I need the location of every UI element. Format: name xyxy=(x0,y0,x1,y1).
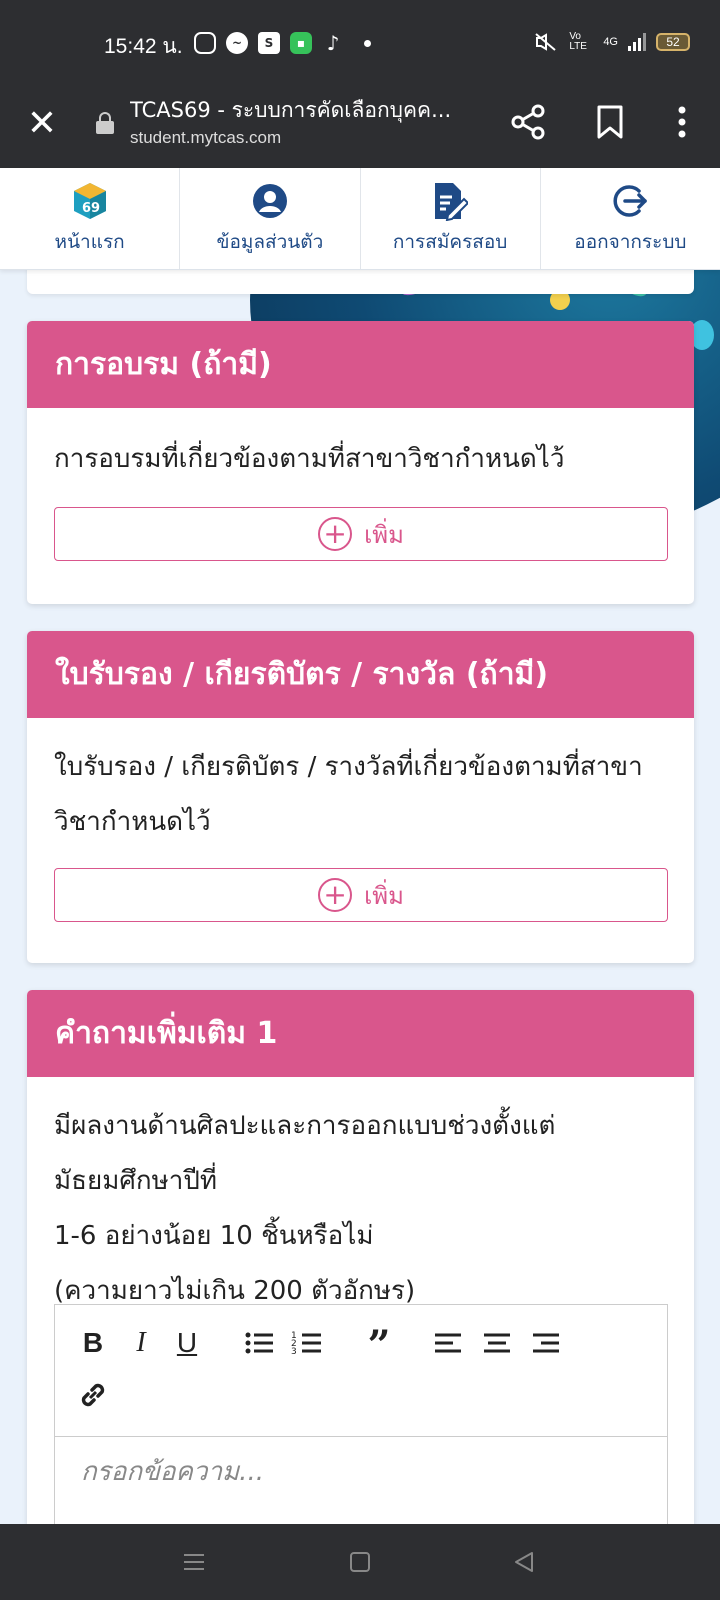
answer-input[interactable] xyxy=(81,1457,641,1487)
more-options-icon[interactable] xyxy=(662,102,702,142)
line-icon: ▪ xyxy=(290,32,312,54)
document-edit-icon xyxy=(432,181,469,221)
recent-apps-icon[interactable] xyxy=(178,1546,210,1578)
share-icon[interactable] xyxy=(508,102,548,142)
status-bar: 15:42 น. ~ S ▪ ♪ Vo LTE 4G 52 xyxy=(0,0,720,86)
question-text-line1: มีผลงานด้านศิลปะและการออกแบบช่วงตั้งแต่ม… xyxy=(54,1111,556,1196)
tcas-69-logo-icon: 69 xyxy=(72,181,108,221)
more-notifications-dot-icon xyxy=(364,39,371,47)
messenger-icon: ~ xyxy=(226,32,248,54)
italic-icon[interactable]: I xyxy=(123,1325,159,1361)
certificates-card: ใบรับรอง / เกียรติบัตร / รางวัล (ถ้ามี) … xyxy=(27,631,694,963)
quote-icon[interactable]: ” xyxy=(361,1322,397,1369)
signal-icon xyxy=(628,33,646,51)
training-description: การอบรมที่เกี่ยวข้องตามที่สาขาวิชากำหนดไ… xyxy=(54,444,565,474)
bullet-list-icon[interactable] xyxy=(241,1325,277,1361)
training-card-title: การอบรม (ถ้ามี) xyxy=(27,321,694,408)
certificates-description-line1: ใบรับรอง / เกียรติบัตร / รางวัลที่เกี่ยว… xyxy=(54,752,643,782)
certificates-card-body: ใบรับรอง / เกียรติบัตร / รางวัลที่เกี่ยว… xyxy=(27,718,694,950)
plus-circle-icon: + xyxy=(318,878,353,912)
nav-application[interactable]: การสมัครสอบ xyxy=(361,168,541,269)
home-icon[interactable] xyxy=(344,1546,376,1578)
align-center-icon[interactable] xyxy=(479,1325,515,1361)
lock-icon[interactable] xyxy=(96,112,114,134)
nav-application-label: การสมัครสอบ xyxy=(392,230,508,253)
status-time: 15:42 น. xyxy=(104,35,183,58)
certificates-description-line2: วิชากำหนดไว้ xyxy=(54,807,211,837)
close-tab-button[interactable]: ✕ xyxy=(22,104,62,144)
question-card-title: คำถามเพิ่มเติม 1 xyxy=(27,990,694,1077)
mute-icon xyxy=(535,33,556,51)
editor-toolbar: B I U 1 2 3 ” xyxy=(55,1305,667,1437)
add-training-button[interactable]: + เพิ่ม xyxy=(54,507,668,561)
svg-text:69: 69 xyxy=(82,201,100,216)
logout-icon xyxy=(611,181,649,221)
add-certificate-label: เพิ่ม xyxy=(364,881,404,910)
app-nav: 69 หน้าแรก ข้อมูลส่วนตัว การสมัครสอบ ออก… xyxy=(0,168,720,270)
shopee-icon: S xyxy=(258,32,280,54)
nav-profile-label: ข้อมูลส่วนตัว xyxy=(216,230,324,253)
plus-circle-icon: + xyxy=(318,517,353,551)
tiktok-icon: ♪ xyxy=(326,31,340,55)
bold-icon[interactable]: B xyxy=(75,1325,111,1361)
browser-toolbar: ✕ TCAS69 - ระบบการคัดเลือกบุคค... studen… xyxy=(0,86,720,168)
nav-logout-label: ออกจากระบบ xyxy=(574,230,687,253)
network-type: 4G xyxy=(603,36,618,48)
question-text-line2: 1-6 อย่างน้อย 10 ชิ้นหรือไม่ xyxy=(54,1221,374,1251)
link-icon[interactable] xyxy=(75,1377,111,1413)
bookmark-icon[interactable] xyxy=(590,102,630,142)
nav-profile[interactable]: ข้อมูลส่วนตัว xyxy=(180,168,361,269)
battery-icon: 52 xyxy=(656,33,690,51)
status-indicators: Vo LTE 4G 52 xyxy=(533,32,690,52)
nav-home-label: หน้าแรก xyxy=(54,230,125,253)
system-nav-bar xyxy=(0,1524,720,1600)
underline-icon[interactable]: U xyxy=(169,1325,205,1361)
training-card-body: การอบรมที่เกี่ยวข้องตามที่สาขาวิชากำหนดไ… xyxy=(27,408,694,589)
svg-text:3: 3 xyxy=(291,1347,297,1357)
training-card: การอบรม (ถ้ามี) การอบรมที่เกี่ยวข้องตามท… xyxy=(27,321,694,604)
instagram-icon xyxy=(194,32,216,54)
nav-home[interactable]: 69 หน้าแรก xyxy=(0,168,181,269)
certificates-card-title: ใบรับรอง / เกียรติบัตร / รางวัล (ถ้ามี) xyxy=(27,631,694,718)
nav-logout[interactable]: ออกจากระบบ xyxy=(541,168,720,269)
numbered-list-icon[interactable]: 1 2 3 xyxy=(289,1325,325,1361)
align-right-icon[interactable] xyxy=(527,1325,563,1361)
page-title[interactable]: TCAS69 - ระบบการคัดเลือกบุคค... xyxy=(130,94,480,127)
notification-icons: ~ S ▪ ♪ xyxy=(194,31,371,55)
user-circle-icon xyxy=(252,181,288,221)
align-left-icon[interactable] xyxy=(431,1325,467,1361)
answer-editor: B I U 1 2 3 ” xyxy=(54,1304,668,1544)
add-certificate-button[interactable]: + เพิ่ม xyxy=(54,868,668,922)
page-url[interactable]: student.mytcas.com xyxy=(130,128,281,148)
back-icon[interactable] xyxy=(508,1546,540,1578)
add-training-label: เพิ่ม xyxy=(364,520,404,549)
volte-indicator: Vo LTE xyxy=(569,31,587,52)
